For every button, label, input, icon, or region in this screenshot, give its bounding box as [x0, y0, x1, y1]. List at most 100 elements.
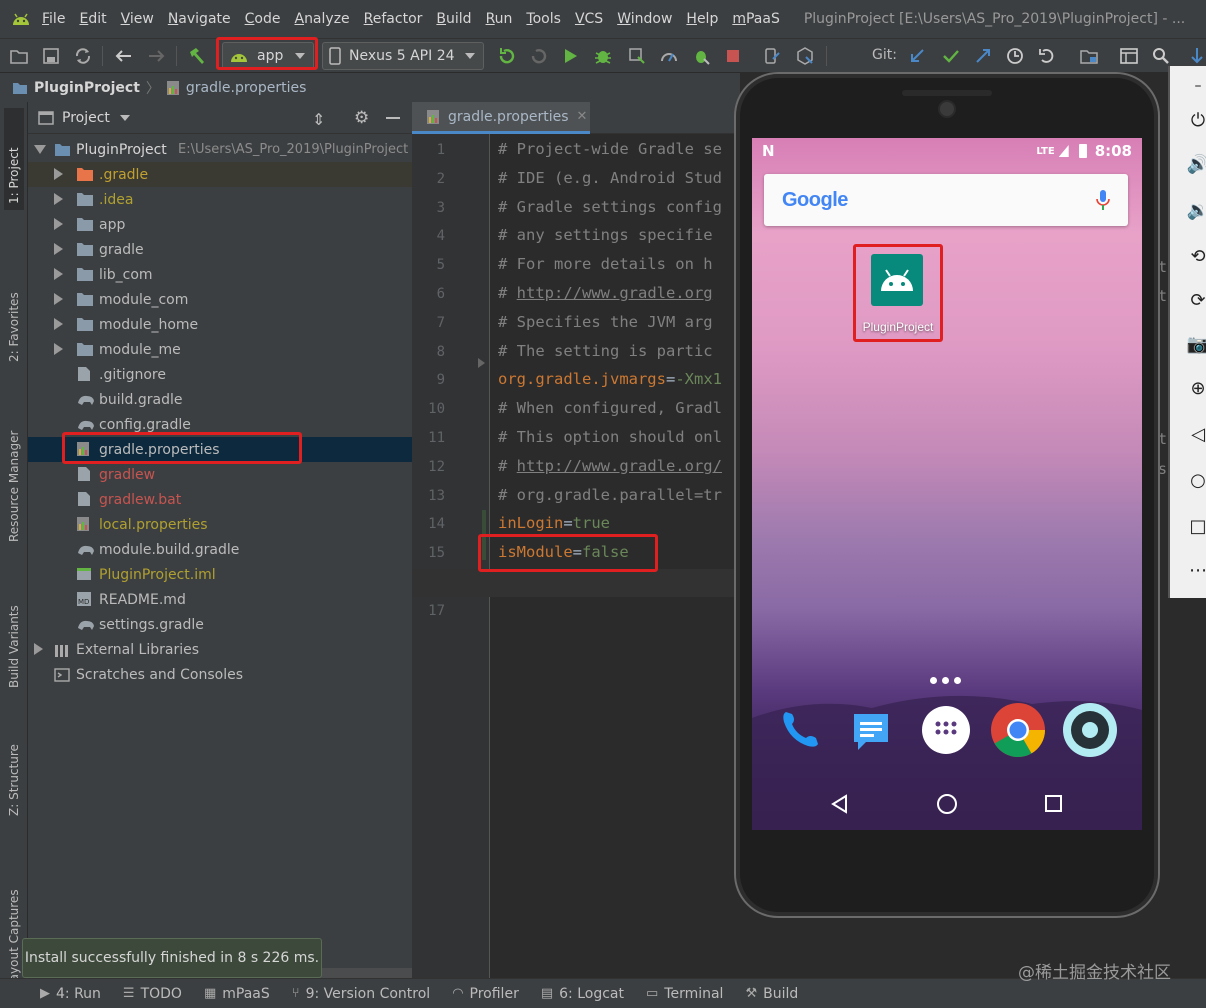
sdk-manager-icon[interactable]	[794, 45, 816, 67]
menu-view[interactable]: View	[121, 11, 154, 27]
emulator-screen[interactable]: N LTE 8:08 Google PluginProject	[752, 138, 1142, 830]
microphone-icon[interactable]	[1096, 189, 1110, 211]
menu-mpaas[interactable]: mPaaS	[732, 11, 780, 27]
tree-item[interactable]: MD README.md	[28, 587, 412, 612]
tab-structure[interactable]: Z: Structure	[4, 706, 24, 816]
tree-root-row[interactable]: PluginProject E:\Users\AS_Pro_2019\Plugi…	[28, 137, 412, 162]
back-arrow-icon[interactable]	[112, 45, 134, 67]
bottom-tab-vcs[interactable]: ⑂ 9: Version Control	[292, 986, 430, 1002]
history-icon[interactable]	[1004, 45, 1026, 67]
tree-item[interactable]: .idea	[28, 187, 412, 212]
debug-bug-icon[interactable]	[592, 45, 614, 67]
hammer-build-icon[interactable]	[186, 45, 208, 67]
run-icon[interactable]	[560, 45, 582, 67]
bottom-tab-todo[interactable]: ☰ TODO	[123, 986, 182, 1002]
install-notification-toast[interactable]: Install successfully finished in 8 s 226…	[22, 938, 322, 978]
tree-external-libraries[interactable]: External Libraries	[28, 637, 412, 662]
more-icon[interactable]: ⋯	[1188, 560, 1206, 581]
rollback-icon[interactable]	[1036, 45, 1058, 67]
save-icon[interactable]	[40, 45, 62, 67]
tree-item[interactable]: local.properties	[28, 512, 412, 537]
google-search-bar[interactable]: Google	[764, 174, 1128, 226]
bottom-tab-logcat[interactable]: ▤ 6: Logcat	[541, 986, 624, 1002]
tree-item[interactable]: module.build.gradle	[28, 537, 412, 562]
breadcrumb-file[interactable]: gradle.properties	[186, 80, 307, 96]
tree-scratches[interactable]: Scratches and Consoles	[28, 662, 412, 687]
menu-analyze[interactable]: Analyze	[294, 11, 349, 27]
layout-inspector-icon[interactable]	[1118, 45, 1140, 67]
tab-resource-manager[interactable]: Resource Manager	[4, 392, 24, 542]
attach-debugger-icon[interactable]	[626, 45, 648, 67]
forward-arrow-icon[interactable]	[146, 45, 168, 67]
git-push-icon[interactable]	[972, 45, 994, 67]
menu-edit[interactable]: Edit	[79, 11, 106, 27]
attach-process-icon[interactable]	[690, 45, 712, 67]
tree-item[interactable]: module_home	[28, 312, 412, 337]
screenshot-camera-icon[interactable]: 📷	[1187, 334, 1206, 355]
collapse-all-icon[interactable]: ⇕	[312, 110, 325, 129]
avd-manager-icon[interactable]	[762, 45, 784, 67]
camera-app-icon[interactable]	[1062, 702, 1118, 758]
tab-favorites[interactable]: 2: Favorites	[4, 252, 24, 362]
menu-help[interactable]: Help	[686, 11, 718, 27]
download-icon[interactable]	[1186, 45, 1206, 67]
power-icon[interactable]: ⏻	[1188, 110, 1206, 131]
chevron-right-icon[interactable]	[54, 343, 63, 355]
messages-app-icon[interactable]	[844, 702, 900, 758]
tab-project[interactable]: 1: Project	[4, 108, 24, 210]
chevron-right-icon[interactable]	[54, 243, 63, 255]
close-tab-icon[interactable]: ✕	[577, 109, 588, 124]
menu-window[interactable]: Window	[617, 11, 672, 27]
device-select[interactable]: Nexus 5 API 24	[322, 42, 484, 70]
recents-icon[interactable]	[1045, 795, 1063, 813]
volume-down-icon[interactable]: 🔉	[1187, 200, 1206, 221]
bottom-tab-profiler[interactable]: ◠ Profiler	[452, 986, 519, 1002]
volume-up-icon[interactable]: 🔊	[1187, 154, 1206, 175]
menu-build[interactable]: Build	[436, 11, 471, 27]
tree-item[interactable]: gradlew.bat	[28, 487, 412, 512]
menu-vcs[interactable]: VCS	[575, 11, 603, 27]
stop-icon[interactable]	[722, 45, 744, 67]
sync-icon[interactable]	[72, 45, 94, 67]
tree-item[interactable]: lib_com	[28, 262, 412, 287]
apply-changes-icon[interactable]	[496, 45, 518, 67]
hide-panel-icon[interactable]	[386, 117, 400, 119]
fold-marker-icon[interactable]	[478, 358, 485, 368]
chevron-right-icon[interactable]	[34, 643, 43, 655]
bottom-tab-run[interactable]: ▶ 4: Run	[40, 986, 101, 1002]
tree-item[interactable]: module_me	[28, 337, 412, 362]
project-structure-icon[interactable]	[1078, 45, 1100, 67]
rotate-right-icon[interactable]: ⟳	[1188, 290, 1206, 311]
zoom-icon[interactable]: ⊕	[1188, 378, 1206, 399]
tree-item[interactable]: gradlew	[28, 462, 412, 487]
tree-item[interactable]: app	[28, 212, 412, 237]
open-folder-icon[interactable]	[8, 45, 30, 67]
app-drawer-icon[interactable]	[918, 702, 974, 758]
overview-icon[interactable]: □	[1188, 516, 1206, 537]
tab-layout-captures[interactable]: Layout Captures	[4, 838, 24, 988]
chrome-app-icon[interactable]	[990, 702, 1046, 758]
bottom-tab-mpaas[interactable]: ▦ mPaaS	[204, 986, 270, 1002]
back-icon[interactable]: ◁	[1188, 424, 1206, 445]
home-icon[interactable]	[936, 793, 958, 815]
menu-navigate[interactable]: Navigate	[168, 11, 231, 27]
tree-item[interactable]: gradle	[28, 237, 412, 262]
tree-item[interactable]: .gradle	[28, 162, 412, 187]
menu-run[interactable]: Run	[486, 11, 513, 27]
chevron-down-icon[interactable]	[34, 145, 46, 154]
git-update-icon[interactable]	[906, 45, 928, 67]
back-icon[interactable]	[830, 794, 850, 814]
minimize-icon[interactable]: –	[1188, 76, 1206, 96]
chevron-down-icon[interactable]	[119, 114, 130, 121]
chevron-right-icon[interactable]	[54, 218, 63, 230]
home-icon[interactable]: ○	[1188, 470, 1206, 491]
tree-item[interactable]: module_com	[28, 287, 412, 312]
bottom-tab-build[interactable]: ⚒ Build	[745, 986, 798, 1002]
menu-refactor[interactable]: Refactor	[364, 11, 423, 27]
tab-build-variants[interactable]: Build Variants	[4, 568, 24, 688]
rotate-left-icon[interactable]: ⟲	[1188, 246, 1206, 267]
tab-gradle-properties[interactable]: gradle.properties ✕	[412, 102, 590, 134]
url-link[interactable]: http://www.gradle.org	[517, 284, 713, 302]
bottom-tab-terminal[interactable]: ▭ Terminal	[646, 986, 723, 1002]
menu-tools[interactable]: Tools	[526, 11, 561, 27]
